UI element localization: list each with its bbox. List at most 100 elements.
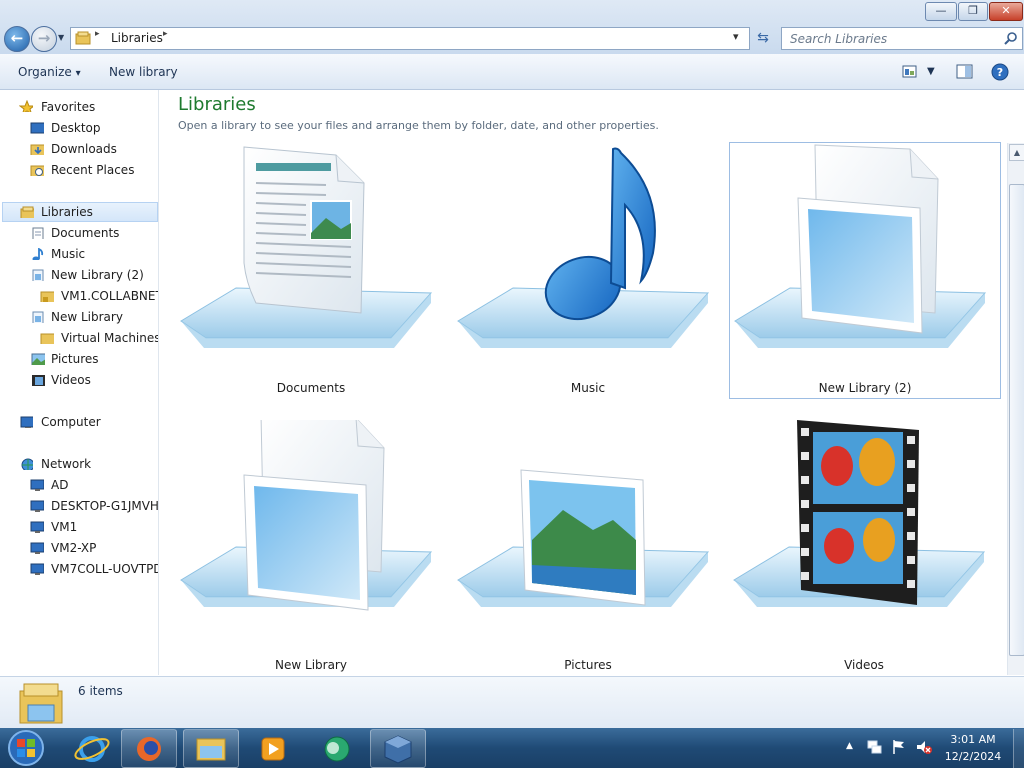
documents-library-icon xyxy=(180,146,433,348)
nav-network-desktop-label: DESKTOP-G1JMVHA xyxy=(51,499,159,513)
library-icon xyxy=(32,269,44,281)
nav-network-vm7-label: VM7COLL-UOVTPDA xyxy=(51,562,159,576)
music-icon xyxy=(32,248,44,260)
media-player-icon xyxy=(261,737,285,761)
windows-explorer-icon xyxy=(196,738,226,761)
nav-network-ad[interactable]: AD xyxy=(0,475,158,495)
nav-downloads[interactable]: Downloads xyxy=(0,139,158,159)
libraries-large-icon xyxy=(19,683,63,724)
nav-vm1-collabnet[interactable]: VM1.COLLABNET xyxy=(0,286,158,306)
virtualbox-icon xyxy=(384,735,412,764)
tile-documents[interactable]: Documents xyxy=(176,143,446,398)
organize-arrow-icon: ▾ xyxy=(75,68,81,79)
new-library-2-icon xyxy=(734,144,987,348)
details-pane: 6 items xyxy=(0,676,1024,729)
refresh-icon[interactable]: ⇆ xyxy=(751,28,775,48)
nav-desktop-label: Desktop xyxy=(51,121,101,135)
libraries-icon xyxy=(75,31,91,45)
nav-network-vm2[interactable]: VM2-XP xyxy=(0,538,158,558)
search-icon[interactable] xyxy=(1004,31,1018,45)
folder-icon xyxy=(40,333,54,344)
item-count: 6 items xyxy=(78,684,123,698)
recent-pages-dropdown[interactable]: ▼ xyxy=(58,33,64,42)
firefox-icon xyxy=(137,737,161,761)
nav-network-desktop[interactable]: DESKTOP-G1JMVHA xyxy=(0,496,158,516)
organize-label: Organize xyxy=(18,65,72,79)
search-box[interactable] xyxy=(781,27,1023,50)
volume-muted-icon[interactable] xyxy=(915,738,933,756)
breadcrumb-libraries[interactable]: Libraries xyxy=(111,31,163,45)
desktop-icon xyxy=(30,122,44,134)
nav-favorites[interactable]: Favorites xyxy=(0,97,158,117)
action-center-flag-icon[interactable] xyxy=(891,738,907,756)
nav-computer[interactable]: Computer xyxy=(0,412,158,432)
star-icon xyxy=(19,100,33,112)
new-library-button[interactable]: New library xyxy=(109,65,178,79)
breadcrumb-chevron-icon[interactable]: ▸ xyxy=(163,29,168,39)
show-desktop-button[interactable] xyxy=(1013,729,1024,768)
recent-places-icon xyxy=(30,165,44,176)
nav-new-library[interactable]: New Library xyxy=(0,307,158,327)
nav-virtual-machines[interactable]: Virtual Machines xyxy=(0,328,158,348)
clock-date[interactable]: 12/2/2024 xyxy=(940,750,1006,763)
network-computer-icon xyxy=(30,479,44,491)
tile-pictures[interactable]: Pictures xyxy=(453,420,723,675)
maximize-button[interactable]: ❐ xyxy=(958,2,988,21)
nav-network-label: Network xyxy=(41,457,92,471)
nav-downloads-label: Downloads xyxy=(51,142,117,156)
tile-pictures-label: Pictures xyxy=(564,658,612,672)
change-view-icon[interactable] xyxy=(902,65,918,79)
nav-pictures[interactable]: Pictures xyxy=(0,349,158,369)
taskbar-explorer[interactable] xyxy=(183,729,239,768)
tile-videos[interactable]: Videos xyxy=(729,420,999,675)
downloads-folder-icon xyxy=(30,144,44,155)
forward-button[interactable]: → xyxy=(31,26,57,52)
taskbar-virtualbox[interactable] xyxy=(370,729,426,768)
nav-videos[interactable]: Videos xyxy=(0,370,158,390)
nav-recent-places[interactable]: Recent Places xyxy=(0,160,158,180)
tile-new-library-2[interactable]: New Library (2) xyxy=(729,142,1001,399)
nav-libraries[interactable]: Libraries xyxy=(2,202,158,222)
show-hidden-icons[interactable]: ▲ xyxy=(846,741,853,751)
nav-music[interactable]: Music xyxy=(0,244,158,264)
clock-time[interactable]: 3:01 AM xyxy=(940,733,1006,746)
tile-documents-label: Documents xyxy=(276,381,346,395)
tile-new-library[interactable]: New Library xyxy=(176,420,446,675)
taskbar-app[interactable] xyxy=(308,729,364,768)
scroll-thumb[interactable] xyxy=(1009,184,1024,656)
nav-vm1-collabnet-label: VM1.COLLABNET xyxy=(61,289,159,303)
help-icon[interactable]: ? xyxy=(991,63,1009,81)
close-button[interactable]: ✕ xyxy=(989,2,1023,21)
nav-documents[interactable]: Documents xyxy=(0,223,158,243)
nav-new-library-2-label: New Library (2) xyxy=(51,268,144,282)
address-bar[interactable]: ▸ Libraries ▸ ▾ xyxy=(70,27,750,50)
videos-icon xyxy=(32,375,45,386)
nav-new-library-2[interactable]: New Library (2) xyxy=(0,265,158,285)
minimize-button[interactable]: — xyxy=(925,2,957,21)
scroll-up-button[interactable]: ▲ xyxy=(1009,144,1024,161)
app-icon xyxy=(324,736,350,762)
organize-button[interactable]: Organize ▾ xyxy=(18,65,81,79)
nav-network-vm7[interactable]: VM7COLL-UOVTPDA xyxy=(0,559,158,579)
network-tray-icon[interactable] xyxy=(866,738,882,756)
tile-music[interactable]: Music xyxy=(453,143,723,398)
nav-favorites-label: Favorites xyxy=(41,100,96,114)
nav-desktop[interactable]: Desktop xyxy=(0,118,158,138)
nav-network-vm1[interactable]: VM1 xyxy=(0,517,158,537)
start-button-icon[interactable] xyxy=(5,729,47,767)
taskbar-firefox[interactable] xyxy=(121,729,177,768)
music-library-icon xyxy=(457,147,710,348)
view-options-dropdown-icon[interactable]: ▼ xyxy=(927,66,935,77)
preview-pane-icon[interactable] xyxy=(956,64,973,79)
back-button[interactable]: ← xyxy=(4,26,30,52)
nav-computer-label: Computer xyxy=(41,415,101,429)
libraries-icon xyxy=(20,206,34,218)
nav-new-library-label: New Library xyxy=(51,310,123,324)
nav-libraries-label: Libraries xyxy=(41,205,93,219)
tile-new-library-2-label: New Library (2) xyxy=(818,381,912,395)
taskbar-ie[interactable] xyxy=(65,729,121,768)
search-input[interactable] xyxy=(788,28,997,49)
taskbar-media-player[interactable] xyxy=(245,729,301,768)
address-history-dropdown[interactable]: ▾ xyxy=(733,30,739,43)
nav-network[interactable]: Network xyxy=(0,454,158,474)
